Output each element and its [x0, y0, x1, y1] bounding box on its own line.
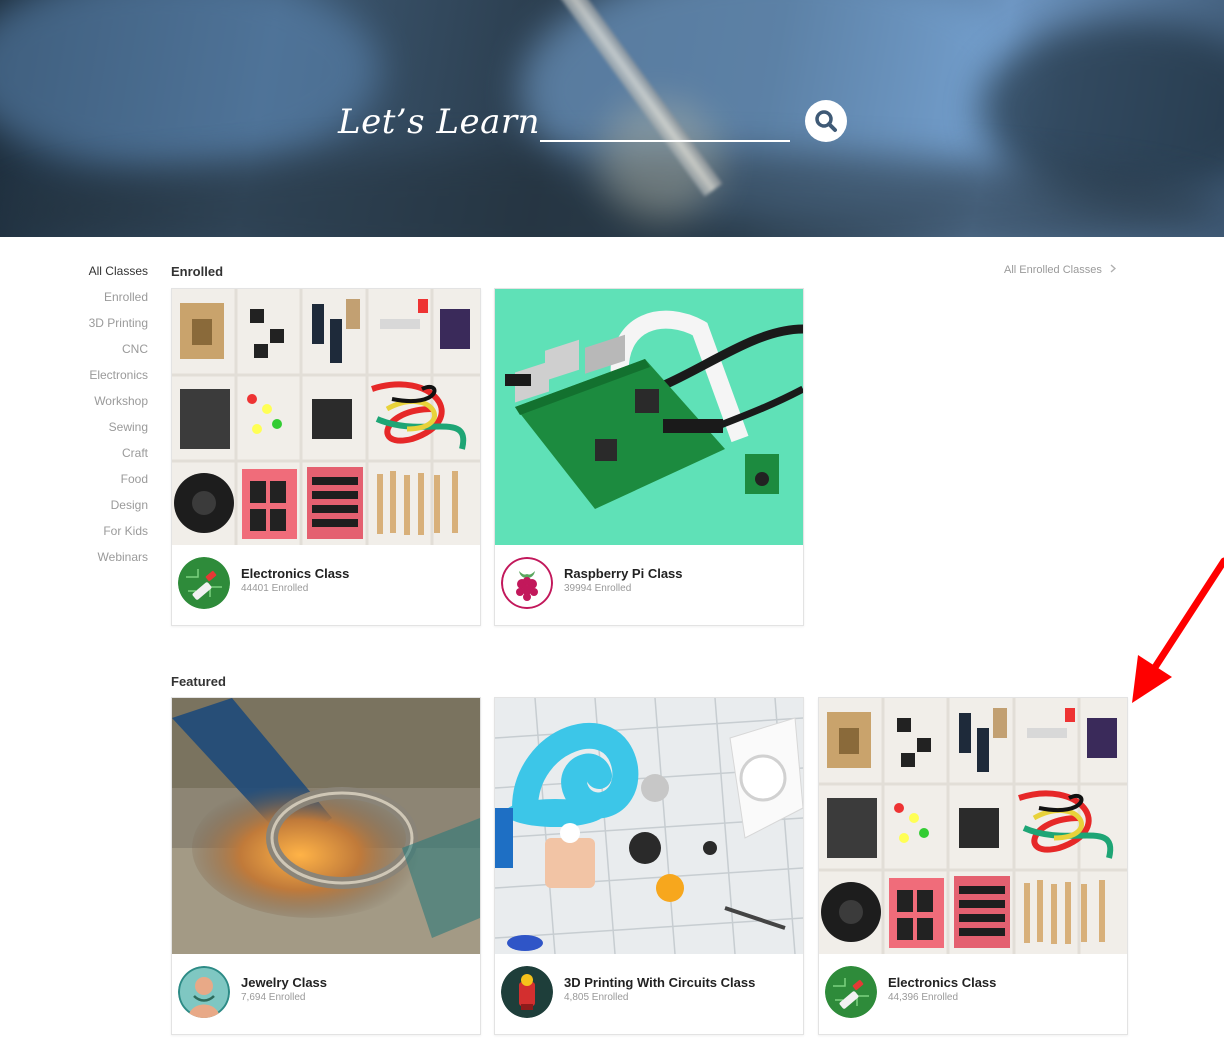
sidebar-item-food[interactable]: Food	[60, 471, 148, 497]
electronics-components-image	[172, 289, 480, 545]
sidebar-item-sewing[interactable]: Sewing	[60, 419, 148, 445]
hero-banner: Let’s Learn	[0, 0, 1224, 237]
card-enrolled-count: 4,805 Enrolled	[564, 992, 629, 1003]
category-sidebar: All Classes Enrolled 3D Printing CNC Ele…	[60, 263, 148, 575]
electronics-class-icon	[825, 966, 877, 1018]
card-enrolled-count: 44401 Enrolled	[241, 583, 309, 594]
3d-printed-snail-image	[495, 698, 803, 954]
class-card-electronics-featured[interactable]: Electronics Class 44,396 Enrolled	[818, 697, 1128, 1035]
ring-casting-image	[172, 698, 480, 954]
sidebar-item-3d-printing[interactable]: 3D Printing	[60, 315, 148, 341]
card-title: Jewelry Class	[241, 975, 328, 990]
card-title: 3D Printing With Circuits Class	[564, 975, 756, 990]
electronics-class-icon	[178, 557, 230, 609]
3d-printing-circuits-icon	[501, 966, 553, 1018]
card-enrolled-count: 7,694 Enrolled	[241, 992, 306, 1003]
sidebar-item-webinars[interactable]: Webinars	[60, 549, 148, 575]
search-icon	[815, 110, 837, 132]
search-input[interactable]	[540, 110, 790, 142]
class-card-jewelry[interactable]: Jewelry Class 7,694 Enrolled	[171, 697, 481, 1035]
search-button[interactable]	[805, 100, 847, 142]
raspberry-pi-board-image	[495, 289, 803, 545]
enrolled-heading: Enrolled	[171, 264, 224, 279]
sidebar-item-all-classes[interactable]: All Classes	[60, 263, 148, 289]
sidebar-item-enrolled[interactable]: Enrolled	[60, 289, 148, 315]
card-title: Electronics Class	[241, 566, 350, 581]
sidebar-item-workshop[interactable]: Workshop	[60, 393, 148, 419]
card-enrolled-count: 39994 Enrolled	[564, 583, 632, 594]
raspberry-pi-icon	[501, 557, 553, 609]
chevron-right-icon	[1110, 264, 1116, 276]
class-card-raspberry-pi[interactable]: Raspberry Pi Class 39994 Enrolled	[494, 288, 804, 626]
jewelry-class-icon	[178, 966, 230, 1018]
card-title: Raspberry Pi Class	[564, 566, 683, 581]
hero-bg-shape	[0, 0, 380, 170]
all-enrolled-link-label: All Enrolled Classes	[1004, 264, 1102, 276]
sidebar-item-cnc[interactable]: CNC	[60, 341, 148, 367]
class-card-3d-printing-with-circuits[interactable]: 3D Printing With Circuits Class 4,805 En…	[494, 697, 804, 1035]
sidebar-item-design[interactable]: Design	[60, 497, 148, 523]
class-card-electronics[interactable]: Electronics Class 44401 Enrolled	[171, 288, 481, 626]
electronics-components-image	[819, 698, 1127, 954]
card-title: Electronics Class	[888, 975, 997, 990]
red-arrow-icon	[1132, 557, 1224, 703]
sidebar-item-craft[interactable]: Craft	[60, 445, 148, 471]
all-enrolled-classes-link[interactable]: All Enrolled Classes	[1004, 264, 1116, 276]
featured-heading: Featured	[171, 674, 226, 689]
hero-title: Let’s Learn	[338, 102, 541, 142]
card-enrolled-count: 44,396 Enrolled	[888, 992, 959, 1003]
sidebar-item-electronics[interactable]: Electronics	[60, 367, 148, 393]
sidebar-item-for-kids[interactable]: For Kids	[60, 523, 148, 549]
